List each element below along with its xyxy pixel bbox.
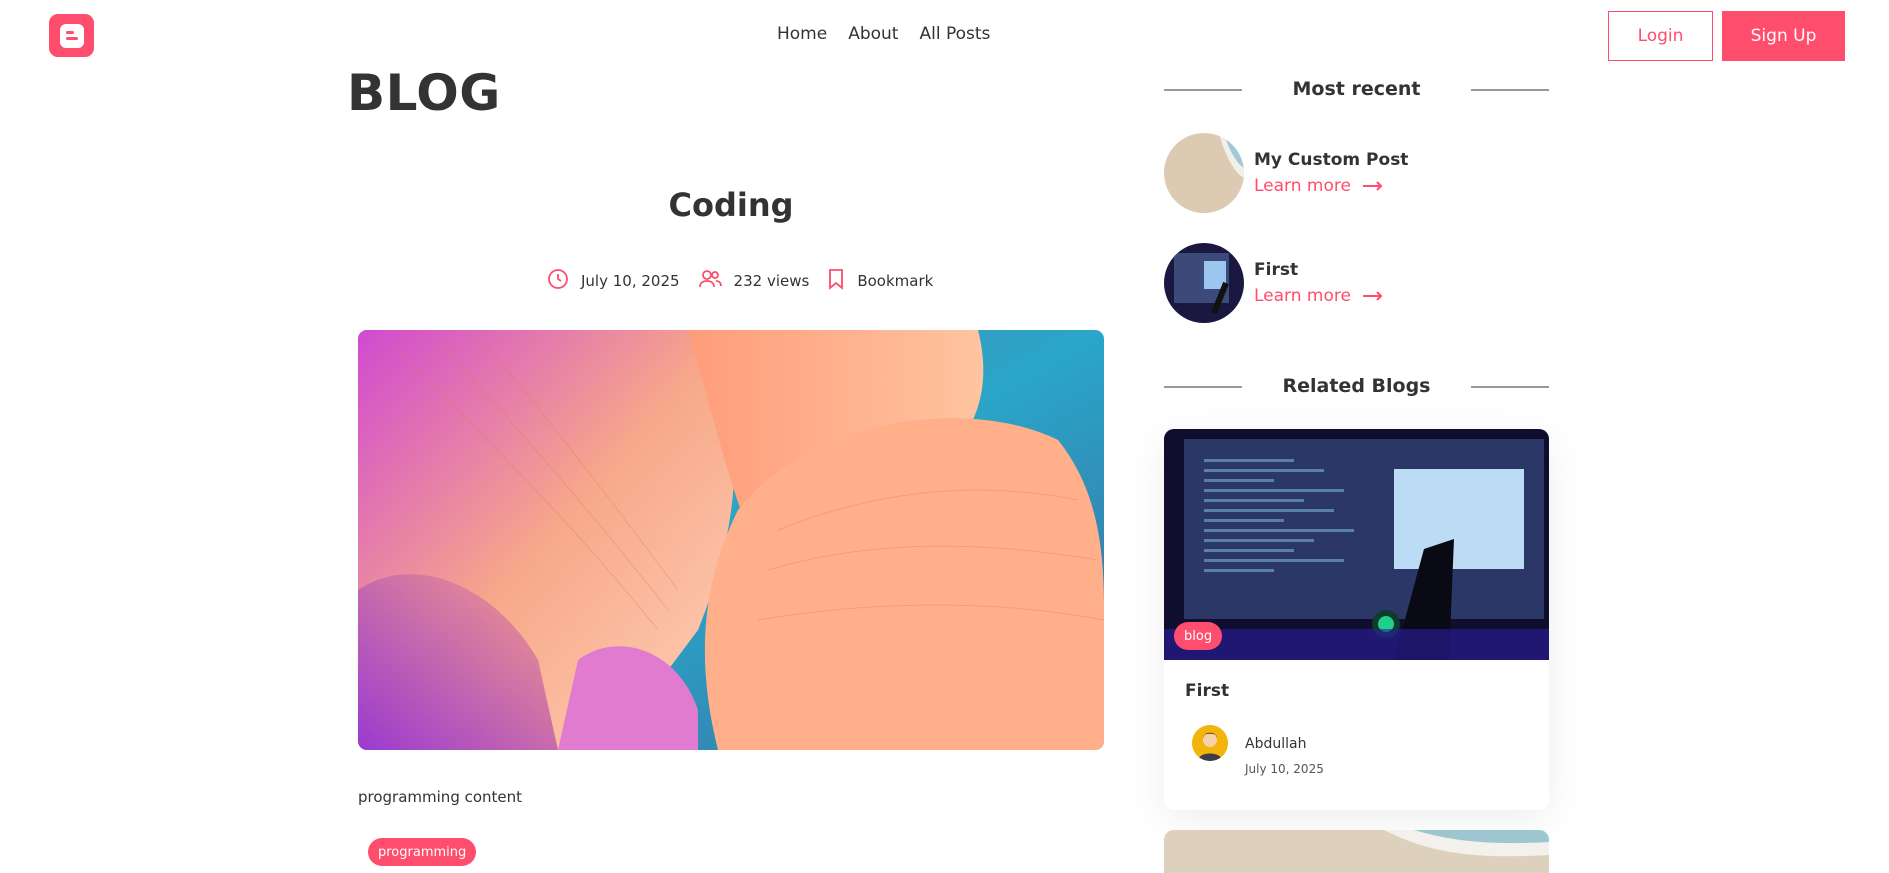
post-title: Coding: [668, 186, 794, 224]
post-content: programming content: [358, 788, 523, 806]
related-blog-title[interactable]: First: [1185, 681, 1229, 701]
recent-post-thumbnail: [1164, 243, 1244, 323]
most-recent-heading: Most recent: [1164, 74, 1549, 104]
post-meta: July 10, 2025 232 views Bookmark: [547, 268, 951, 294]
post-date: July 10, 2025: [581, 272, 680, 290]
divider: [1164, 386, 1242, 388]
nav-all-posts[interactable]: All Posts: [919, 24, 990, 44]
users-icon: [698, 268, 734, 294]
learn-more-link[interactable]: Learn more: [1254, 286, 1383, 306]
recent-post-title: First: [1254, 260, 1299, 280]
divider: [1164, 89, 1242, 91]
meta-date: July 10, 2025: [547, 268, 680, 294]
signup-button[interactable]: Sign Up: [1722, 11, 1845, 61]
bookmark-button[interactable]: Bookmark: [827, 268, 933, 294]
page: Home About All Posts Login Sign Up BLOG …: [0, 0, 1889, 873]
recent-post-info: First Learn more: [1254, 260, 1383, 306]
related-blogs-title: Related Blogs: [1282, 375, 1431, 397]
login-button[interactable]: Login: [1608, 11, 1713, 61]
related-blog-tag[interactable]: blog: [1174, 622, 1223, 650]
nav-about[interactable]: About: [848, 24, 898, 44]
post-tag[interactable]: programming: [368, 838, 477, 866]
post-date: July 10, 2025: [1245, 762, 1324, 776]
learn-more-label: Learn more: [1254, 286, 1351, 306]
related-blog-card[interactable]: blog First Abdullah July 10, 2025: [1164, 429, 1549, 810]
related-blogs-heading: Related Blogs: [1164, 371, 1549, 401]
learn-more-label: Learn more: [1254, 176, 1351, 196]
nav-home[interactable]: Home: [777, 24, 827, 44]
bookmark-label: Bookmark: [857, 272, 934, 290]
related-blog-image: [1164, 429, 1549, 660]
clock-icon: [547, 268, 581, 294]
arrow-right-icon: [1362, 286, 1383, 306]
page-title: BLOG: [347, 64, 501, 122]
meta-views: 232 views: [698, 268, 810, 294]
blogger-logo-icon[interactable]: [49, 14, 94, 57]
arrow-right-icon: [1362, 176, 1383, 196]
most-recent-title: Most recent: [1292, 78, 1421, 100]
main-nav: Home About All Posts: [777, 24, 990, 44]
recent-post-item[interactable]: First Learn more: [1164, 243, 1383, 323]
recent-post-thumbnail: [1164, 133, 1244, 213]
learn-more-link[interactable]: Learn more: [1254, 176, 1408, 196]
divider: [1471, 89, 1549, 91]
post-views: 232 views: [733, 272, 810, 290]
author-name: Abdullah: [1245, 736, 1307, 752]
recent-post-info: My Custom Post Learn more: [1254, 150, 1408, 196]
related-blog-card[interactable]: [1164, 830, 1549, 873]
post-hero-image: [358, 330, 1104, 750]
recent-post-title: My Custom Post: [1254, 150, 1409, 170]
recent-post-item[interactable]: My Custom Post Learn more: [1164, 133, 1408, 213]
avatar: [1192, 725, 1228, 761]
bookmark-icon: [827, 268, 857, 294]
divider: [1471, 386, 1549, 388]
